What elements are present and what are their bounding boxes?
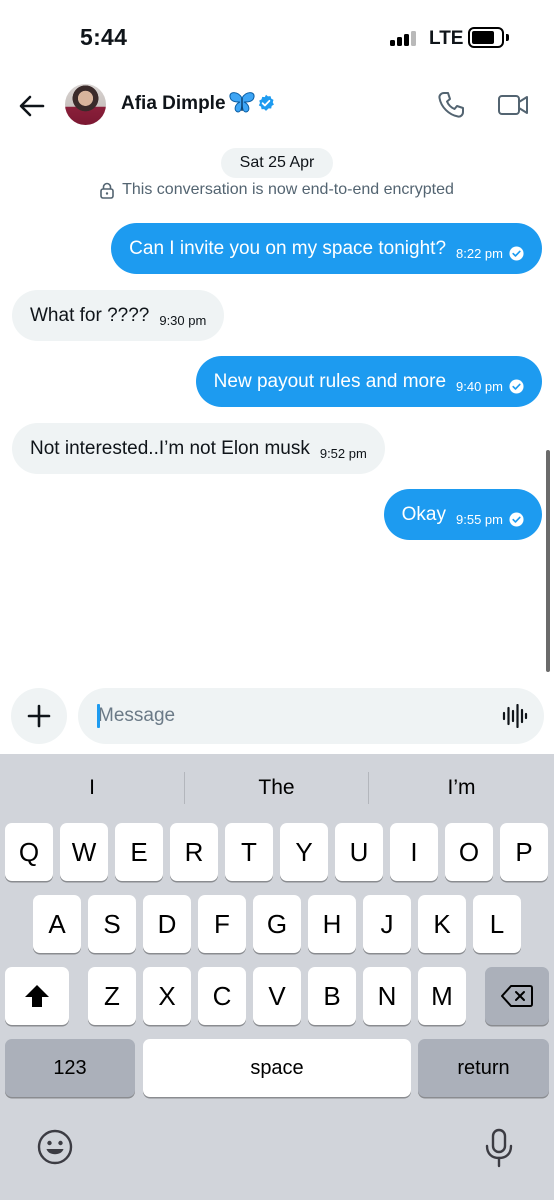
- message-text: Okay: [401, 503, 447, 525]
- status-bar: 5:44 LTE: [0, 0, 554, 76]
- key-c[interactable]: C: [198, 967, 246, 1025]
- microphone-icon[interactable]: [484, 1128, 514, 1168]
- check-circle-icon: [509, 246, 524, 261]
- encryption-notice: This conversation is now end-to-end encr…: [0, 179, 554, 201]
- delete-key[interactable]: [485, 967, 549, 1025]
- conversation-header: Afia Dimple: [0, 76, 554, 138]
- key-o[interactable]: O: [445, 823, 493, 881]
- suggestion-item[interactable]: I: [0, 768, 184, 808]
- key-u[interactable]: U: [335, 823, 383, 881]
- message-input[interactable]: [98, 688, 488, 744]
- key-z[interactable]: Z: [88, 967, 136, 1025]
- status-time: 5:44: [80, 24, 128, 50]
- key-d[interactable]: D: [143, 895, 191, 953]
- key-p[interactable]: P: [500, 823, 548, 881]
- plus-icon: [27, 704, 51, 728]
- key-q[interactable]: Q: [5, 823, 53, 881]
- message-text: Not interested..I’m not Elon musk: [30, 437, 310, 459]
- message-text: Can I invite you on my space tonight?: [129, 237, 447, 259]
- message-time: 9:55 pm: [456, 512, 503, 527]
- key-a[interactable]: A: [33, 895, 81, 953]
- key-v[interactable]: V: [253, 967, 301, 1025]
- contact-name[interactable]: Afia Dimple: [121, 93, 226, 115]
- message-bubble-incoming[interactable]: What for ???? 9:30 pm: [12, 290, 225, 341]
- key-y[interactable]: Y: [280, 823, 328, 881]
- key-m[interactable]: M: [418, 967, 466, 1025]
- message-time: 9:52 pm: [319, 446, 367, 461]
- key-b[interactable]: B: [308, 967, 356, 1025]
- suggestion-bar: I The I’m: [0, 768, 554, 808]
- key-s[interactable]: S: [88, 895, 136, 953]
- message-time: 8:22 pm: [456, 246, 503, 261]
- message-bubble-outgoing[interactable]: Can I invite you on my space tonight? 8:…: [111, 223, 542, 274]
- avatar[interactable]: [65, 84, 106, 125]
- key-k[interactable]: K: [418, 895, 466, 953]
- lock-icon: [100, 182, 114, 199]
- message-field[interactable]: [78, 688, 544, 744]
- verified-badge-icon: [258, 94, 274, 111]
- key-h[interactable]: H: [308, 895, 356, 953]
- key-w[interactable]: W: [60, 823, 108, 881]
- key-x[interactable]: X: [143, 967, 191, 1025]
- return-key[interactable]: return: [418, 1039, 549, 1097]
- message-time: 9:30 pm: [159, 313, 207, 328]
- text-cursor: [97, 704, 100, 728]
- message-bubble-outgoing[interactable]: Okay 9:55 pm: [383, 489, 542, 540]
- back-button[interactable]: [14, 88, 50, 124]
- add-attachment-button[interactable]: [11, 688, 67, 744]
- phone-icon[interactable]: [436, 90, 466, 120]
- key-n[interactable]: N: [363, 967, 411, 1025]
- blue-butterfly-emoji: [229, 92, 255, 113]
- key-i[interactable]: I: [390, 823, 438, 881]
- message-time: 9:40 pm: [456, 379, 503, 394]
- battery-cap: [506, 34, 509, 41]
- message-bubble-outgoing[interactable]: New payout rules and more 9:40 pm: [195, 356, 542, 407]
- shift-icon: [25, 985, 49, 1007]
- battery-icon: [468, 27, 504, 48]
- arrow-left-icon: [19, 95, 45, 117]
- space-key[interactable]: space: [143, 1039, 411, 1097]
- message-text: New payout rules and more: [213, 370, 447, 392]
- signal-strength-icon: [390, 30, 420, 46]
- key-r[interactable]: R: [170, 823, 218, 881]
- date-separator: Sat 25 Apr: [221, 148, 333, 178]
- key-g[interactable]: G: [253, 895, 301, 953]
- message-bubble-incoming[interactable]: Not interested..I’m not Elon musk 9:52 p…: [12, 423, 385, 474]
- key-f[interactable]: F: [198, 895, 246, 953]
- suggestion-item[interactable]: The: [185, 768, 368, 808]
- backspace-icon: [501, 985, 533, 1007]
- waveform-icon[interactable]: [502, 704, 528, 728]
- key-l[interactable]: L: [473, 895, 521, 953]
- network-type: LTE: [429, 28, 464, 49]
- key-t[interactable]: T: [225, 823, 273, 881]
- emoji-icon[interactable]: [36, 1128, 74, 1166]
- key-e[interactable]: E: [115, 823, 163, 881]
- key-j[interactable]: J: [363, 895, 411, 953]
- suggestion-item[interactable]: I’m: [369, 768, 554, 808]
- check-circle-icon: [509, 512, 524, 527]
- check-circle-icon: [509, 379, 524, 394]
- numbers-key[interactable]: 123: [5, 1039, 135, 1097]
- message-text: What for ????: [30, 304, 150, 326]
- encryption-text: This conversation is now end-to-end encr…: [122, 181, 454, 198]
- chat-scrollbar[interactable]: [546, 450, 550, 672]
- shift-key[interactable]: [5, 967, 69, 1025]
- video-camera-icon[interactable]: [497, 92, 529, 118]
